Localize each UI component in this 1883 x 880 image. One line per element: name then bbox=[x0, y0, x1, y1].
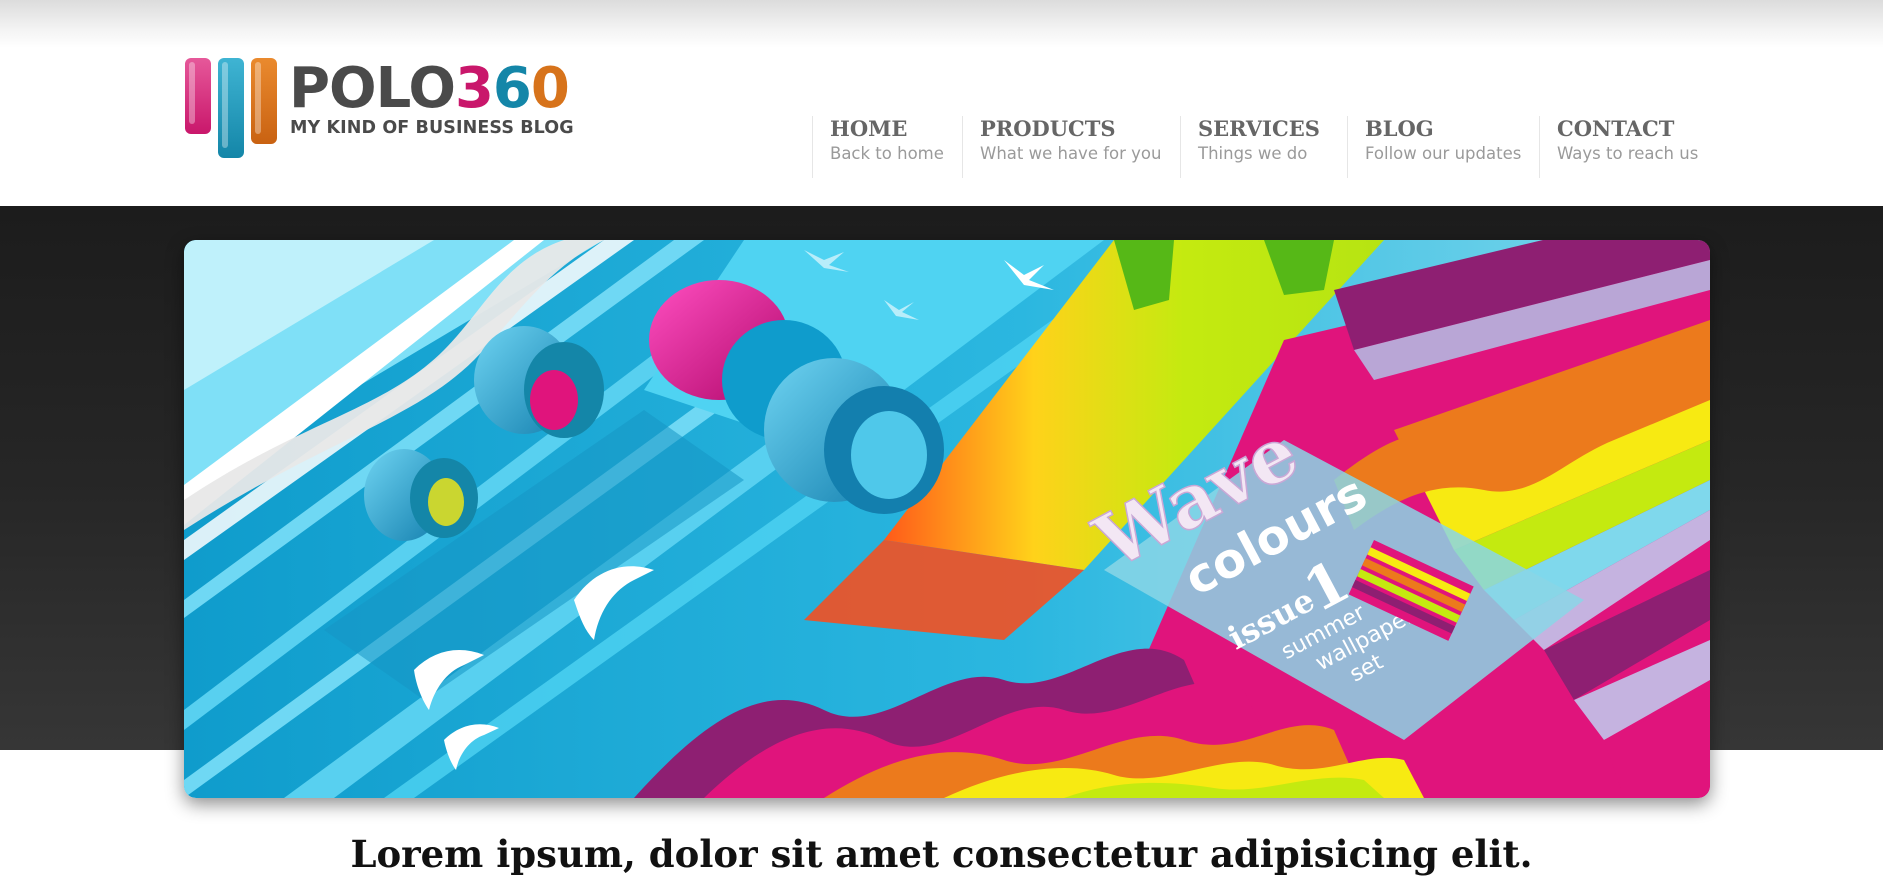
nav-item-title: BLOG bbox=[1365, 116, 1434, 141]
logo-tagline: MY KIND OF BUSINESS BLOG bbox=[290, 118, 574, 138]
site-logo[interactable]: POLO360 MY KIND OF BUSINESS BLOG bbox=[184, 55, 574, 165]
page-headline: Lorem ipsum, dolor sit amet consectetur … bbox=[350, 832, 1533, 876]
nav-item-subtitle: What we have for you bbox=[980, 144, 1162, 163]
nav-item-home[interactable]: HOME Back to home bbox=[812, 116, 944, 178]
logo-name: POLO360 bbox=[289, 61, 570, 117]
nav-item-title: HOME bbox=[830, 116, 908, 141]
nav-item-subtitle: Back to home bbox=[830, 144, 944, 163]
site-header: POLO360 MY KIND OF BUSINESS BLOG HOME Ba… bbox=[0, 0, 1883, 206]
logo-name-digit-6: 6 bbox=[492, 56, 532, 121]
nav-item-contact[interactable]: CONTACT Ways to reach us bbox=[1539, 116, 1698, 178]
logo-name-digit-3: 3 bbox=[454, 56, 494, 121]
logo-bar-blue bbox=[218, 58, 244, 158]
nav-item-services[interactable]: SERVICES Things we do bbox=[1180, 116, 1320, 178]
nav-item-products[interactable]: PRODUCTS What we have for you bbox=[962, 116, 1161, 178]
page: POLO360 MY KIND OF BUSINESS BLOG HOME Ba… bbox=[0, 0, 1883, 880]
logo-bars-icon bbox=[184, 55, 279, 159]
logo-bar-pink bbox=[185, 58, 211, 134]
hero-artwork: Wave colours issue 1 summer wallpaper se… bbox=[184, 240, 1710, 798]
nav-item-title: SERVICES bbox=[1198, 116, 1320, 141]
nav-item-blog[interactable]: BLOG Follow our updates bbox=[1347, 116, 1521, 178]
nav-item-title: PRODUCTS bbox=[980, 116, 1116, 141]
nav-item-title: CONTACT bbox=[1557, 116, 1675, 141]
nav-item-subtitle: Things we do bbox=[1198, 144, 1308, 163]
hero-banner: Wave colours issue 1 summer wallpaper se… bbox=[184, 240, 1710, 798]
logo-name-prefix: POLO bbox=[289, 56, 456, 121]
logo-bar-orange bbox=[251, 58, 277, 144]
nav-item-subtitle: Ways to reach us bbox=[1557, 144, 1699, 163]
logo-name-digit-0: 0 bbox=[530, 56, 570, 121]
nav-item-subtitle: Follow our updates bbox=[1365, 144, 1522, 163]
